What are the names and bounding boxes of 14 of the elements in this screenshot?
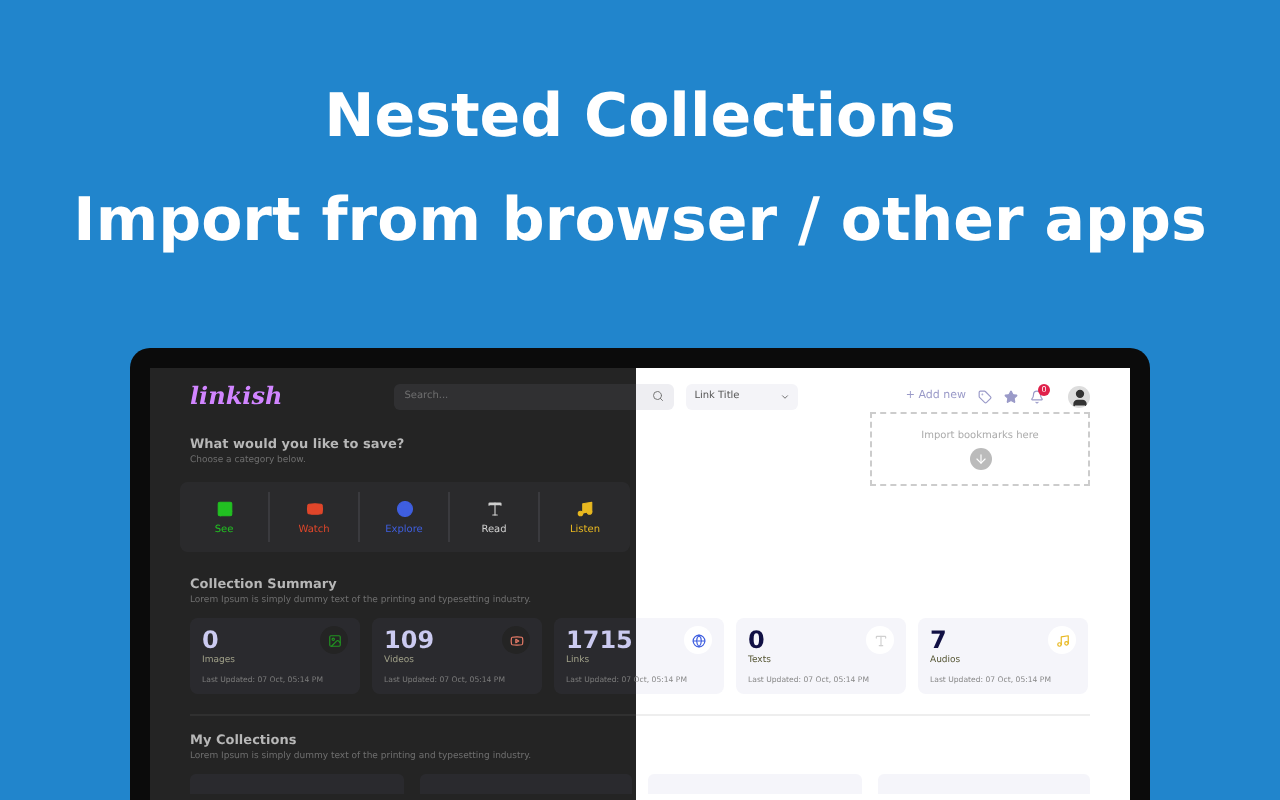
search-icon[interactable] [652, 390, 665, 402]
chevron-down-icon [780, 391, 791, 401]
logo[interactable]: linkish [190, 382, 283, 410]
count: 1715 [566, 628, 633, 654]
avatar-icon[interactable] [1068, 385, 1090, 407]
count: 0 [202, 628, 219, 654]
count: 109 [384, 628, 435, 654]
headline: Nested Collections [324, 80, 956, 156]
star-icon[interactable] [1004, 389, 1018, 403]
headline: Import from browser / other apps [73, 184, 1207, 260]
tag-icon[interactable] [978, 389, 992, 403]
download-icon [969, 447, 991, 469]
count: 7 [930, 628, 947, 654]
count: 0 [748, 628, 765, 654]
